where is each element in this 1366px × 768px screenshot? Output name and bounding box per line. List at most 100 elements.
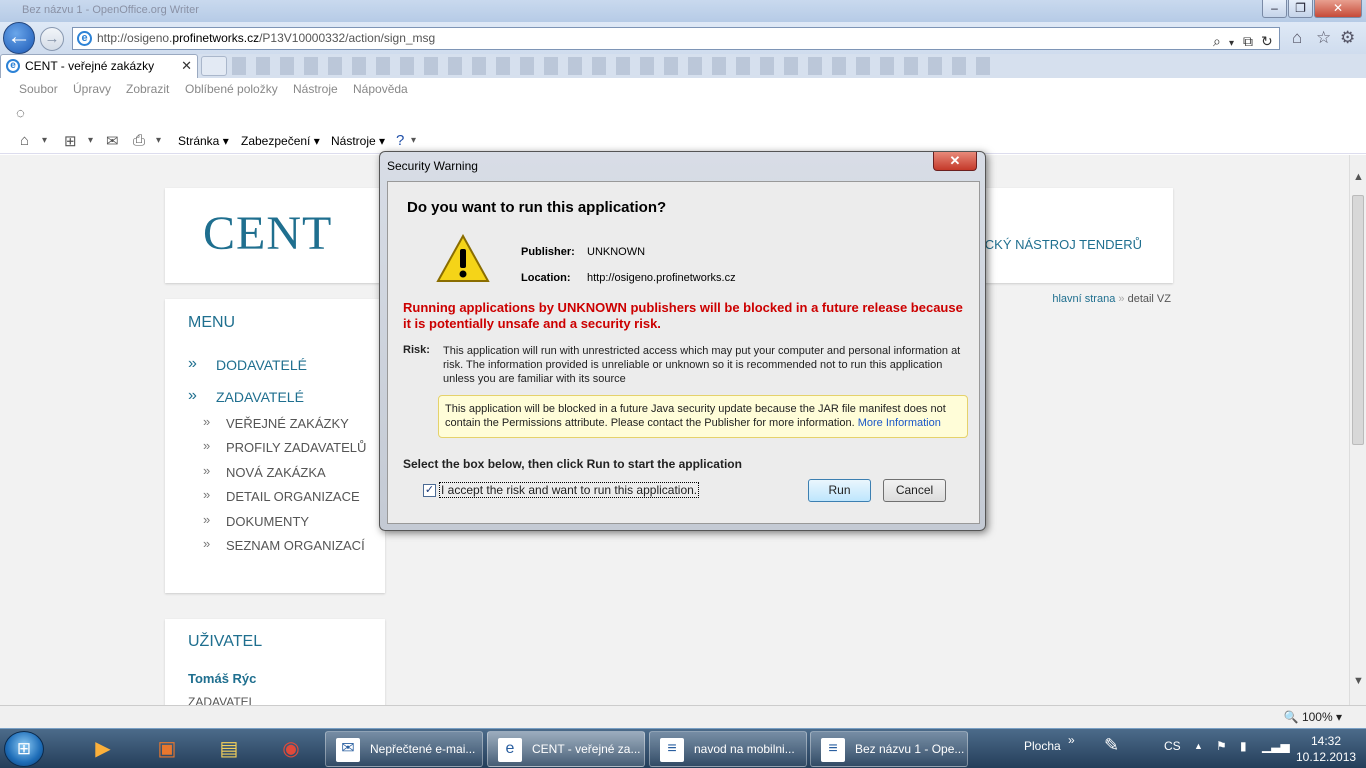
ie-icon: e xyxy=(6,59,20,73)
favorites-star-icon[interactable]: ☆ xyxy=(1316,28,1331,48)
battery-icon[interactable]: ▮ xyxy=(1240,739,1247,753)
taskbar-label: navod na mobilni... xyxy=(694,742,795,756)
home-icon[interactable]: ⌂ xyxy=(20,132,29,149)
dropdown-icon[interactable]: ▾ xyxy=(156,135,161,146)
favorites-bar: ◌ xyxy=(0,100,1366,128)
menu-nastroje[interactable]: Nástroje xyxy=(293,82,338,96)
scroll-down-icon[interactable]: ▼ xyxy=(1353,675,1364,687)
submenu-nova-zakazka[interactable]: NOVÁ ZAKÁZKA xyxy=(226,465,326,480)
window-title: Bez názvu 1 - OpenOffice.org Writer xyxy=(22,4,199,16)
flag-icon[interactable]: ⚑ xyxy=(1216,739,1227,753)
submenu-verejne-zakazky[interactable]: VEŘEJNÉ ZAKÁZKY xyxy=(226,416,349,431)
dropdown-icon[interactable]: ▾ xyxy=(42,135,47,146)
user-title: UŽIVATEL xyxy=(188,633,263,650)
breadcrumb-home[interactable]: hlavní strana xyxy=(1052,293,1115,305)
maximize-button[interactable]: ❐ xyxy=(1288,0,1313,18)
chevron-right-icon: » xyxy=(203,487,211,502)
taskbar-ie[interactable]: e CENT - veřejné za... xyxy=(487,731,645,767)
clock-date: 10.12.2013 xyxy=(1296,750,1357,764)
menu-napoveda[interactable]: Nápověda xyxy=(353,82,408,96)
tab-cent[interactable]: e CENT - veřejné zakázky ✕ xyxy=(0,54,198,78)
submenu-detail-organizace[interactable]: DETAIL ORGANIZACE xyxy=(226,489,360,504)
network-icon[interactable]: ▁▃▅ xyxy=(1262,739,1290,753)
zoom-level[interactable]: 🔍 100% ▾ xyxy=(1284,710,1342,724)
document-icon: ≡ xyxy=(821,738,845,762)
search-icon[interactable]: ⌕ xyxy=(1213,31,1221,52)
explorer-folder-icon[interactable]: ▤ xyxy=(204,733,254,765)
back-button[interactable]: ← xyxy=(3,22,35,54)
risk-label: Risk: xyxy=(403,344,430,356)
refresh-icon[interactable]: ↻ xyxy=(1261,31,1273,52)
scroll-up-icon[interactable]: ▲ xyxy=(1353,171,1364,183)
tab-title: CENT - veřejné zakázky xyxy=(25,59,155,73)
cent-logo[interactable]: CENT xyxy=(203,206,332,261)
menu-item-dodavatele[interactable]: DODAVATELÉ xyxy=(216,357,307,373)
rss-icon[interactable]: ⊞ xyxy=(64,132,77,150)
submenu-dokumenty[interactable]: DOKUMENTY xyxy=(226,514,309,529)
taskbar-email[interactable]: ✉ Nepřečtené e-mai... xyxy=(325,731,483,767)
media-player-icon[interactable]: ▶ xyxy=(78,733,128,765)
vertical-scrollbar[interactable]: ▲ ▼ xyxy=(1349,155,1366,705)
security-menu[interactable]: Zabezpečení ▾ xyxy=(241,134,320,148)
dropdown-icon[interactable]: ▾ xyxy=(411,135,416,146)
close-window-button[interactable]: ✕ xyxy=(1314,0,1362,18)
publisher-label: Publisher: xyxy=(521,246,575,258)
clock[interactable]: 14:32 10.12.2013 xyxy=(1296,733,1356,765)
dialog-close-button[interactable]: ✕ xyxy=(933,152,977,171)
cancel-button[interactable]: Cancel xyxy=(883,479,946,502)
location-label: Location: xyxy=(521,272,571,284)
taskbar-doc-navod[interactable]: ≡ navod na mobilni... xyxy=(649,731,807,767)
minimize-button[interactable]: – xyxy=(1262,0,1287,18)
accept-risk-checkbox[interactable]: ✓ xyxy=(423,484,436,497)
office-icon[interactable]: ▣ xyxy=(142,733,192,765)
menu-bar: Soubor Úpravy Zobrazit Oblíbené položky … xyxy=(0,78,1366,100)
compat-view-icon[interactable]: ⧉ xyxy=(1243,31,1253,52)
user-role: ZADAVATEL xyxy=(188,695,256,705)
home-icon[interactable]: ⌂ xyxy=(1292,28,1302,48)
taskbar-doc-bez-nazvu[interactable]: ≡ Bez názvu 1 - Ope... xyxy=(810,731,968,767)
language-indicator[interactable]: CS xyxy=(1164,739,1181,753)
user-panel: UŽIVATEL Tomáš Rýc ZADAVATEL xyxy=(165,619,385,705)
mail-icon: ✉ xyxy=(336,738,360,762)
dialog-question: Do you want to run this application? xyxy=(407,199,667,216)
address-bar[interactable]: e http://osigeno.profinetworks.cz/P13V10… xyxy=(72,27,1280,50)
menu-oblibene[interactable]: Oblíbené položky xyxy=(185,82,278,96)
more-information-link[interactable]: More Information xyxy=(858,417,941,429)
page-menu[interactable]: Stránka ▾ xyxy=(178,134,229,148)
menu-item-zadavatele[interactable]: ZADAVATELÉ xyxy=(216,389,304,405)
pen-icon[interactable]: ✎ xyxy=(1104,735,1119,756)
menu-upravy[interactable]: Úpravy xyxy=(73,82,111,96)
java-notice-box: This application will be blocked in a fu… xyxy=(438,395,968,438)
instruction-text: Select the box below, then click Run to … xyxy=(403,457,742,471)
dropdown-icon[interactable]: ▾ xyxy=(1229,33,1234,54)
submenu-profily[interactable]: PROFILY ZADAVATELŮ xyxy=(226,440,366,455)
submenu-seznam-organizaci[interactable]: SEZNAM ORGANIZACÍ xyxy=(226,538,365,553)
desktop-toolbar[interactable]: Plocha xyxy=(1024,739,1061,753)
scroll-thumb[interactable] xyxy=(1352,195,1364,445)
breadcrumb-separator: » xyxy=(1118,293,1125,305)
clock-time: 14:32 xyxy=(1310,734,1342,748)
tab-row: e CENT - veřejné zakázky ✕ xyxy=(0,54,1366,78)
show-hidden-icons[interactable]: ▲ xyxy=(1194,741,1203,751)
help-icon[interactable]: ? xyxy=(396,132,404,149)
close-tab-icon[interactable]: ✕ xyxy=(181,55,192,77)
dropdown-icon[interactable]: ▾ xyxy=(88,135,93,146)
menu-soubor[interactable]: Soubor xyxy=(19,82,58,96)
chevron-icon[interactable]: » xyxy=(1068,733,1075,747)
menu-zobrazit[interactable]: Zobrazit xyxy=(126,82,169,96)
ghost-toolbar xyxy=(232,57,992,75)
settings-gear-icon[interactable]: ⚙ xyxy=(1340,28,1355,48)
chrome-icon[interactable]: ◉ xyxy=(266,733,316,765)
print-icon[interactable]: ⎙ xyxy=(133,132,145,149)
zoom-value: 100% xyxy=(1301,710,1333,724)
start-button[interactable]: ⊞ xyxy=(4,731,44,767)
tools-menu[interactable]: Nástroje ▾ xyxy=(331,134,385,148)
side-menu: MENU » DODAVATELÉ » ZADAVATELÉ » VEŘEJNÉ… xyxy=(165,299,385,593)
taskbar-label: CENT - veřejné za... xyxy=(532,742,641,756)
mail-icon[interactable]: ✉ xyxy=(106,132,119,150)
forward-button[interactable]: → xyxy=(40,27,64,51)
run-button[interactable]: Run xyxy=(808,479,871,502)
accept-risk-label[interactable]: I accept the risk and want to run this a… xyxy=(439,482,700,498)
user-name[interactable]: Tomáš Rýc xyxy=(188,671,256,686)
new-tab-button[interactable] xyxy=(201,56,227,76)
